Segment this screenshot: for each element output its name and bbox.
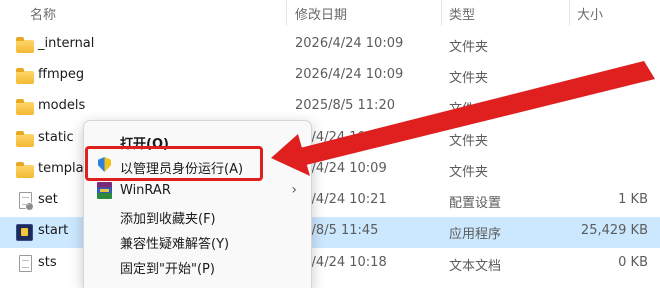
menu-item-add-favorites[interactable]: 添加到收藏夹(F) <box>88 202 307 230</box>
application-icon <box>16 224 33 241</box>
annotation-highlight-box <box>85 146 263 181</box>
column-name[interactable]: 名称 <box>30 4 56 23</box>
file-date: 2026/4/24 10:09 <box>295 36 404 51</box>
file-date: 2025/8/5 11:20 <box>295 98 395 113</box>
file-row[interactable]: ffmpeg 2026/4/24 10:09 文件夹 <box>0 61 660 92</box>
menu-item-label: 兼容性疑难解答(Y) <box>120 237 230 252</box>
file-type: 文件夹 <box>449 165 489 180</box>
column-header: 名称 修改日期 类型 大小 <box>0 0 660 26</box>
file-name: ffmpeg <box>38 67 85 82</box>
file-name: start <box>38 223 69 238</box>
file-type: 文件夹 <box>449 40 489 55</box>
column-size[interactable]: 大小 <box>577 4 603 23</box>
file-name: models <box>38 98 86 113</box>
column-divider[interactable] <box>441 0 442 26</box>
winrar-icon <box>97 182 112 199</box>
menu-item-label: 固定到"开始"(P) <box>120 262 215 277</box>
file-name: set <box>38 192 58 207</box>
file-size: 1 KB <box>618 192 648 207</box>
menu-item-label: WinRAR <box>120 183 171 198</box>
file-name: _internal <box>38 36 95 51</box>
folder-icon <box>16 68 34 84</box>
settings-file-icon <box>19 192 34 211</box>
column-divider[interactable] <box>286 0 287 26</box>
folder-icon <box>16 37 34 53</box>
file-type: 文件夹 <box>449 71 489 86</box>
file-type: 文件夹 <box>449 102 489 117</box>
folder-icon <box>16 131 34 147</box>
menu-item-compatibility[interactable]: 兼容性疑难解答(Y) <box>88 227 307 255</box>
text-file-icon <box>19 255 32 272</box>
file-name: static <box>38 130 74 145</box>
file-size: 25,429 KB <box>580 223 648 238</box>
file-explorer: 名称 修改日期 类型 大小 _internal 2026/4/24 10:09 … <box>0 0 660 288</box>
file-type: 文本文档 <box>449 259 502 274</box>
folder-icon <box>16 162 34 178</box>
file-row[interactable]: models 2025/8/5 11:20 文件夹 <box>0 92 660 123</box>
file-row[interactable]: _internal 2026/4/24 10:09 文件夹 <box>0 30 660 61</box>
file-name: sts <box>38 255 57 270</box>
file-date: 2026/4/24 10:09 <box>295 67 404 82</box>
file-type: 应用程序 <box>449 227 502 242</box>
chevron-right-icon: › <box>291 182 297 198</box>
column-divider[interactable] <box>569 0 570 26</box>
file-name: templa <box>38 161 84 176</box>
menu-item-label: 添加到收藏夹(F) <box>120 212 216 227</box>
folder-icon <box>16 99 34 115</box>
file-size: 0 KB <box>618 255 648 270</box>
column-date[interactable]: 修改日期 <box>295 4 347 23</box>
menu-item-pin-to-start[interactable]: 固定到"开始"(P) <box>88 252 307 280</box>
file-type: 配置设置 <box>449 196 502 211</box>
menu-item-winrar[interactable]: WinRAR › <box>88 177 307 205</box>
file-type: 文件夹 <box>449 134 489 149</box>
column-type[interactable]: 类型 <box>449 4 475 23</box>
